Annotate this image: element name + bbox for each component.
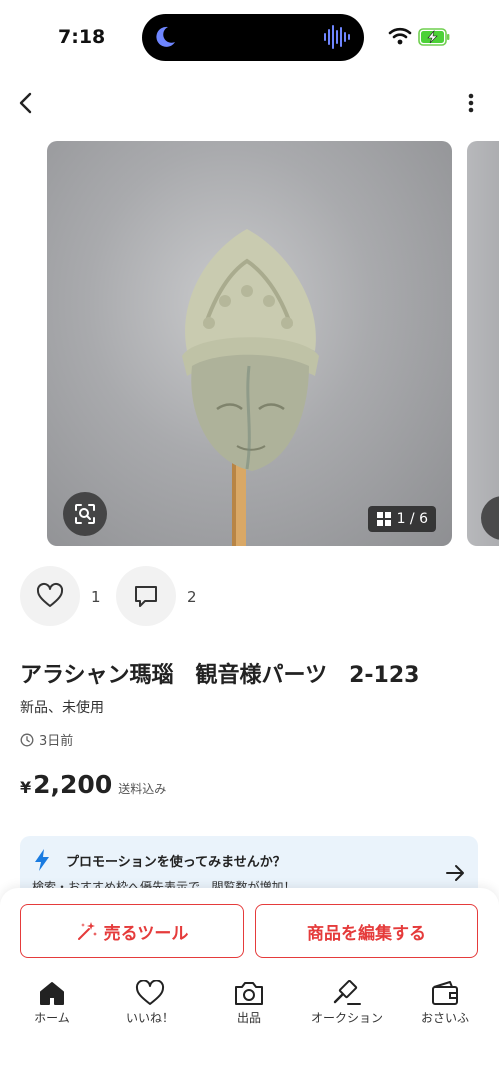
camera-icon [235,982,263,1005]
product-photo[interactable]: 1 / 6 [47,141,452,546]
comment-icon [135,586,157,607]
status-time: 7:18 [58,26,106,48]
edit-item-button[interactable]: 商品を編集する [255,904,478,958]
tab-auction[interactable]: オークション [302,980,392,1040]
arrow-right-icon[interactable] [444,862,466,884]
back-arrow-icon[interactable] [12,88,42,118]
tab-home-label: ホーム [34,1011,70,1025]
photo-counter-text: 1 / 6 [396,511,428,527]
bottom-action-sheet: 売るツール 商品を編集する ホーム いいね！ 出品 オークション おさいふ [0,888,499,1080]
battery-charging-icon [418,28,450,46]
home-icon [40,982,64,1005]
tab-auction-label: オークション [310,1011,383,1025]
like-count: 1 [91,588,101,606]
lightning-icon [35,849,49,871]
image-search-icon [75,504,95,524]
dynamic-island [142,14,364,61]
image-search-button[interactable] [481,496,499,540]
product-condition: 新品、未使用 [20,700,104,716]
photo-gallery[interactable]: 1 / 6 [0,141,499,547]
wifi-icon [388,27,412,45]
sell-tool-button[interactable]: 売るツール [20,904,244,958]
sell-tool-label: 売るツール [103,923,189,943]
wallet-icon [432,981,458,1005]
next-product-photo[interactable] [467,141,499,546]
photo-counter[interactable]: 1 / 6 [367,506,436,532]
price-row: ¥ 2,200 送料込み [20,770,166,799]
posted-time: 3日前 [39,734,74,749]
product-photo-image [182,229,319,546]
top-nav [0,80,499,126]
comment-button[interactable] [116,566,176,626]
like-button[interactable] [20,566,80,626]
tab-home[interactable]: ホーム [7,980,97,1040]
price-value: 2,200 [33,770,113,799]
moon-icon [156,26,175,47]
promotion-title: プロモーションを使ってみませんか？ [66,855,286,870]
posted-time-row: 3日前 [20,730,73,749]
reaction-row: 1 2 [20,566,480,628]
product-title: アラシャン瑪瑙 観音様パーツ 2-123 [20,663,420,688]
grid-icon [376,512,391,526]
magic-wand-icon [77,922,97,940]
tab-bar: ホーム いいね！ 出品 オークション おさいふ [0,980,499,1040]
audio-wave-icon [324,25,350,49]
comment-count: 2 [187,588,197,606]
image-search-button[interactable] [63,492,107,536]
price-currency: ¥ [20,778,32,797]
tab-sell[interactable]: 出品 [204,980,294,1040]
clock-icon [20,733,34,746]
tab-wallet[interactable]: おさいふ [400,980,490,1040]
tab-sell-label: 出品 [236,1011,261,1025]
tab-wallet-label: おさいふ [420,1011,469,1025]
heart-icon [135,980,165,1005]
edit-item-label: 商品を編集する [307,923,426,943]
more-options-icon[interactable] [463,88,479,118]
status-bar: 7:18 [0,0,499,70]
tab-likes-label: いいね！ [125,1011,174,1025]
heart-icon [36,582,64,607]
shipping-note: 送料込み [118,782,167,796]
tab-likes[interactable]: いいね！ [105,980,195,1040]
gavel-icon [333,980,361,1005]
